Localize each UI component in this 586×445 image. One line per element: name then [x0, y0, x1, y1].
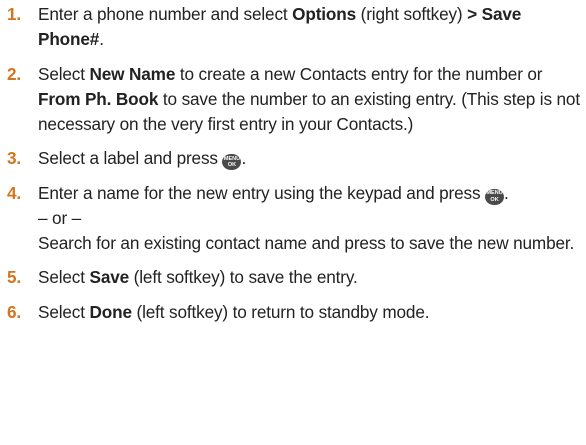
save-softkey-label: Save: [89, 267, 130, 287]
step-3: 3. Select a label and press MENU OK.: [0, 146, 586, 171]
step-5: 5. Select Save (left softkey) to save th…: [0, 265, 586, 290]
step-text: Select: [38, 301, 90, 322]
step-text: Enter a name for the new entry using the…: [38, 182, 486, 203]
step-text: .: [241, 148, 247, 168]
instruction-steps-list: 1. Enter a phone number and select Optio…: [0, 2, 586, 334]
menu-ok-key-icon: MENU OK: [485, 188, 505, 205]
step-2: 2. Select New Name to create a new Conta…: [0, 62, 586, 137]
step-text: Select a label and press: [38, 148, 223, 168]
step-text-alternative: Search for an existing contact name and …: [38, 232, 575, 253]
step-text: Enter a phone number and select: [38, 4, 293, 24]
step-4: 4. Enter a name for the new entry using …: [0, 181, 586, 256]
step-text: (left softkey) to save the entry.: [129, 267, 358, 287]
new-name-option-label: New Name: [89, 63, 176, 84]
step-text: (left softkey) to return to standby mode…: [131, 301, 430, 322]
step-number: 3.: [7, 148, 22, 168]
options-softkey-label: Options: [292, 4, 357, 24]
step-text: to create a new Contacts entry for the n…: [175, 63, 543, 84]
step-text: .: [504, 182, 509, 203]
step-number: 1.: [7, 4, 22, 24]
step-text: .: [99, 29, 104, 49]
step-text: Select: [38, 267, 90, 287]
step-1: 1. Enter a phone number and select Optio…: [0, 2, 586, 52]
step-number: 5.: [7, 267, 22, 287]
step-text: Select: [38, 63, 90, 84]
key-icon-bottom-text: OK: [227, 162, 237, 168]
step-text: (right softkey): [356, 4, 468, 24]
or-separator: – or –: [38, 207, 82, 228]
key-icon-top-text: MENU: [486, 190, 503, 196]
step-number: 6.: [7, 301, 22, 322]
step-number: 2.: [7, 63, 22, 84]
from-phone-book-option-label: From Ph. Book: [38, 88, 159, 109]
done-softkey-label: Done: [89, 301, 133, 322]
step-number: 4.: [7, 182, 22, 203]
step-6: 6. Select Done (left softkey) to return …: [0, 300, 586, 325]
key-icon-bottom-text: OK: [490, 196, 499, 203]
menu-ok-key-icon: MENU OK: [222, 154, 242, 170]
